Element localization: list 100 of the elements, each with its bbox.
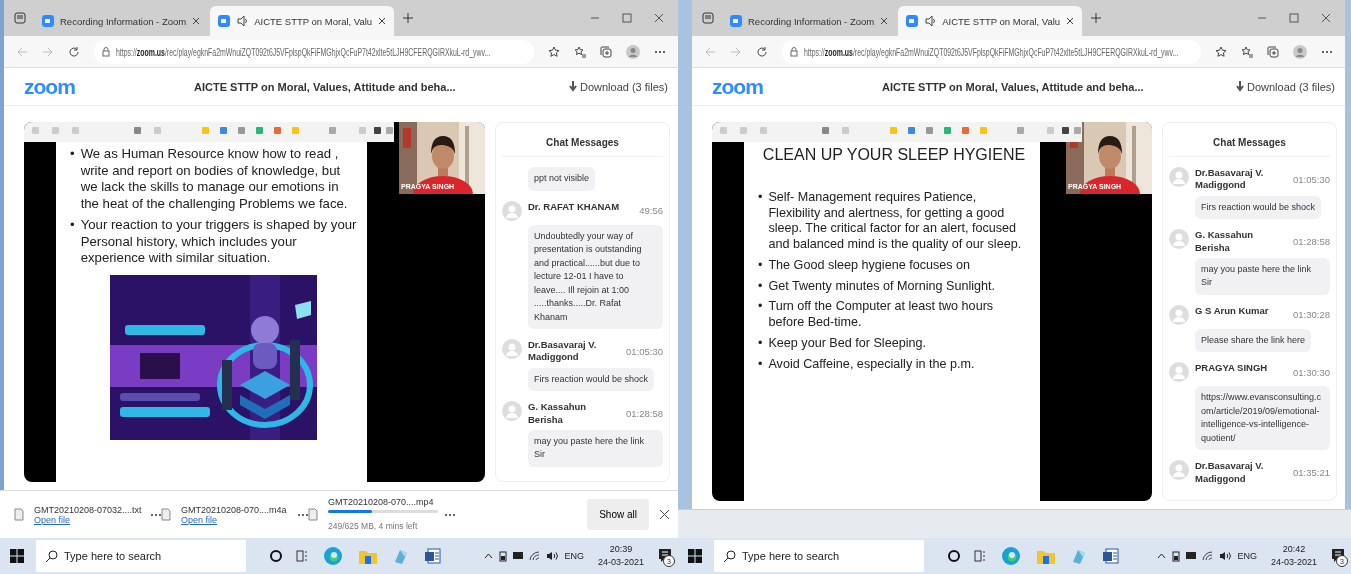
avatar-icon — [502, 339, 522, 359]
caret-up-icon[interactable] — [1157, 553, 1167, 559]
browser-tab[interactable]: Recording Information - Zoom — [34, 6, 209, 36]
message-time: 01:30:30 — [1293, 366, 1330, 378]
avatar-icon — [1169, 229, 1189, 250]
slide-bullet: We as Human Resource know how to read , write and report on bodies of knowledge, but we lack the skills to manage our emotions in the heat of the challenging Problems we face. — [80, 146, 349, 212]
address-bar[interactable]: https://zoom.us/rec/play/egknFa2mWnuiZQT092t6J5VFplspQkFiFMGhjxQcFuP7t42xlte5tLJH9CFERQGIRXkuL-rd_ywv... — [782, 39, 1201, 64]
caret-up-icon[interactable] — [484, 553, 494, 559]
display-icon[interactable] — [513, 552, 524, 560]
bullet-marker: • — [70, 146, 75, 163]
reload-icon[interactable] — [756, 45, 768, 58]
file-icon — [308, 508, 318, 521]
collections-icon[interactable] — [600, 45, 612, 58]
app-icon — [42, 15, 54, 27]
more-icon[interactable] — [150, 512, 162, 517]
reload-icon[interactable] — [68, 45, 80, 58]
add-favorite-icon[interactable] — [1215, 45, 1227, 58]
message-time: 01:28:58 — [626, 408, 663, 420]
file-name: GMT20210208-070....mp4 — [328, 496, 435, 507]
avatar-icon — [502, 200, 522, 221]
tab-actions-icon[interactable] — [702, 12, 714, 24]
download-link[interactable]: Download (3 files) — [568, 80, 668, 93]
favorites-icon[interactable] — [1241, 45, 1253, 58]
chat-message: ppt not visible — [528, 167, 596, 191]
slide-bullet: Get Twenty minutes of Morning Sunlight. — [768, 278, 995, 295]
add-favorite-icon[interactable] — [548, 45, 560, 58]
chat-message: Firs reaction would be shock — [1195, 195, 1322, 220]
slide-bullet: Avoid Caffeine, especially in the p.m. — [768, 356, 975, 373]
speaker-icon[interactable] — [546, 551, 559, 561]
profile-icon[interactable] — [1293, 44, 1307, 59]
speaker-icon[interactable] — [924, 15, 937, 27]
maximize-icon[interactable] — [1289, 13, 1299, 23]
battery-icon[interactable] — [1172, 550, 1181, 562]
browser-tab[interactable]: AICTE STTP on Moral, Valu — [210, 6, 395, 36]
close-icon[interactable] — [654, 13, 664, 23]
more-icon[interactable] — [654, 49, 666, 54]
collections-icon[interactable] — [1267, 45, 1279, 58]
tab-actions-icon[interactable] — [14, 12, 26, 24]
new-tab-icon[interactable] — [402, 12, 415, 24]
document-icon[interactable] — [1102, 547, 1120, 565]
close-icon[interactable] — [1321, 13, 1331, 23]
windows-logo-icon[interactable] — [688, 549, 702, 563]
speaker-icon[interactable] — [1219, 551, 1232, 561]
avatar-icon — [1169, 362, 1189, 383]
open-file-link[interactable]: Open file — [181, 514, 291, 525]
close-icon[interactable] — [659, 509, 670, 520]
download-link[interactable]: Download (3 files) — [1235, 80, 1335, 93]
zoom-logo: zoom — [712, 74, 764, 99]
bullet-marker: • — [758, 278, 763, 295]
clock[interactable]: 20:42 24-03-2021 — [1270, 543, 1317, 569]
document-icon[interactable] — [424, 547, 442, 565]
show-all-button[interactable]: Show all — [587, 499, 649, 530]
speaker-icon[interactable] — [236, 15, 249, 27]
slide-title: CLEAN UP YOUR SLEEP HYGIENE — [761, 146, 1027, 164]
avatar-icon — [1169, 167, 1189, 187]
address-bar[interactable]: https://zoom.us/rec/play/egknFa2mWnuiZQT092t6J5VFplspQkFiFMGhjxQcFuP7t42xlte5tLJH9CFERQGIRXkuL-rd_ywv... — [94, 39, 534, 64]
language-indicator[interactable]: ENG — [1237, 551, 1257, 561]
battery-icon[interactable] — [499, 550, 508, 562]
chat-message: Undoubtedly your way of presentation is outstanding and practical......but due to lecture 12-01 I have to leave.... Ill rejoin at 1:00 .....thanks.....Dr. Rafat Khanam — [528, 224, 663, 329]
sender-name: Dr.Basavaraj V. Madiggond — [528, 339, 598, 364]
wifi-icon[interactable] — [529, 551, 541, 561]
recording-title: AICTE STTP on Moral, Values, Attitude and beha... — [882, 80, 1145, 93]
bullet-marker: • — [758, 257, 763, 274]
sender-name: G S Arun Kumar — [1195, 304, 1270, 318]
favorites-icon[interactable] — [574, 45, 586, 58]
new-tab-icon[interactable] — [1090, 12, 1103, 24]
url-text: https://zoom.us/rec/play/egknFa2mWnuiZQT092t6J5VFplspQkFiFMGhjxQcFuP7t42xlte5tLJH9CFERQGIRXkuL-rd_ywv... — [116, 45, 491, 58]
windows-logo-icon[interactable] — [10, 549, 24, 563]
sender-name: Dr.Basavaraj V. Madiggond — [1195, 167, 1265, 192]
browser-tab[interactable]: AICTE STTP on Moral, Valu — [898, 6, 1083, 36]
open-file-link[interactable]: Open file — [34, 514, 144, 525]
more-icon[interactable] — [1321, 49, 1333, 54]
language-indicator[interactable]: ENG — [564, 551, 584, 561]
clock[interactable]: 20:39 24-03-2021 — [597, 543, 644, 569]
download-status: 249/625 MB, 4 mins left — [328, 520, 418, 531]
browser-tab[interactable]: Recording Information - Zoom — [722, 6, 897, 36]
slide-bullet: The Good sleep hygiene focuses on — [768, 257, 971, 274]
search-field[interactable]: Type here to search — [36, 540, 246, 572]
close-icon[interactable] — [1066, 17, 1075, 25]
sender-name: Dr. RAFAT KHANAM — [528, 200, 621, 214]
close-icon[interactable] — [192, 17, 201, 25]
wifi-icon[interactable] — [1202, 551, 1214, 561]
search-field[interactable]: Type here to search — [714, 540, 924, 572]
task-view-icon[interactable] — [296, 550, 308, 562]
task-view-icon[interactable] — [974, 550, 986, 562]
profile-icon[interactable] — [626, 44, 640, 59]
more-icon[interactable] — [444, 512, 456, 517]
slide-bullet: Keep your Bed for Sleeping. — [768, 335, 926, 352]
close-icon[interactable] — [880, 17, 889, 25]
close-icon[interactable] — [378, 17, 387, 25]
avatar-icon — [502, 401, 522, 422]
message-time: 01:05:30 — [626, 345, 663, 357]
display-icon[interactable] — [1186, 552, 1197, 560]
download-icon — [1235, 81, 1244, 92]
download-icon — [568, 81, 577, 92]
maximize-icon[interactable] — [622, 13, 632, 23]
more-icon[interactable] — [297, 512, 309, 517]
cortana-icon[interactable] — [948, 550, 960, 562]
cortana-icon[interactable] — [270, 550, 282, 562]
file-name: GMT20210208-07032....txt — [34, 504, 143, 515]
